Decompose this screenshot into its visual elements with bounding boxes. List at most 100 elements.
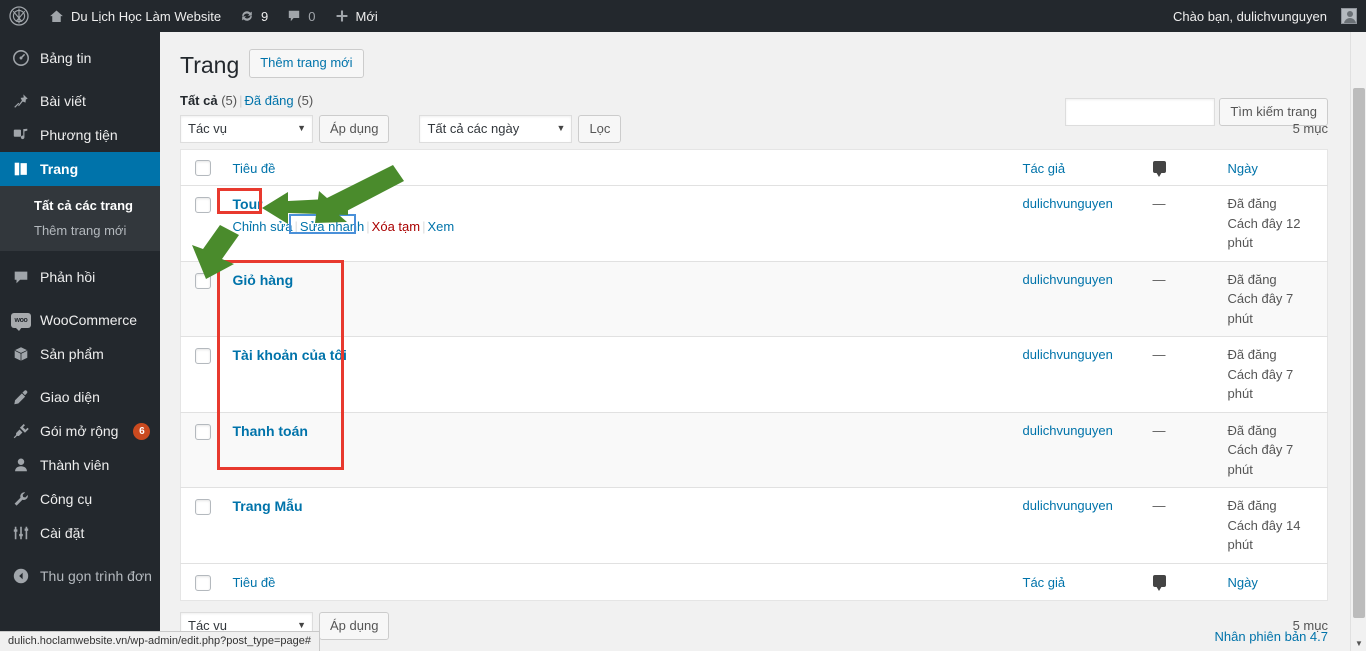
main-content: Trang Thêm trang mới Tất cả (5) | Đã đăng … [160,32,1366,651]
bulk-action-select-top[interactable]: Tác vụ [180,114,313,143]
view-all-link[interactable]: Tất cả [180,93,218,108]
sidebar-item-label: Bài viết [40,93,86,109]
tools-wrench-icon [11,489,31,509]
sidebar-item-products[interactable]: Sản phẩm [0,337,160,371]
admin-footer: Nhân phiên bản 4.7 [160,621,1366,651]
author-link[interactable]: dulichvunguyen [1023,498,1113,513]
view-published[interactable]: Đã đăng (5) [244,93,313,108]
home-icon [48,8,65,25]
view-all[interactable]: Tất cả (5) [180,93,237,108]
submenu-item-add-new-page[interactable]: Thêm trang mới [0,218,160,243]
row-action-trash[interactable]: Xóa tạm [372,219,420,234]
date-relative: Cách đây 7 phút [1227,366,1294,402]
column-header-date[interactable]: Ngày [1217,149,1328,187]
sidebar-item-label: Phương tiện [40,127,118,143]
view-link[interactable]: Xem [427,219,454,234]
table-header-row: Tiêu đề Tác giả Ngày [180,149,1328,187]
apply-bulk-action-button-top[interactable]: Áp dụng [319,114,390,143]
item-count-top: 5 mục [1292,121,1328,137]
tablenav-top: Tác vụ Áp dụng Tất cả các ngày Lọc 5 mục [180,114,1328,144]
author-link[interactable]: dulichvunguyen [1023,196,1113,211]
sidebar-item-pages[interactable]: Trang [0,152,168,186]
row-action-edit[interactable]: Chỉnh sửa [233,219,293,234]
edit-link[interactable]: Chỉnh sửa [233,219,293,234]
scrollbar-down-arrow[interactable]: ▼ [1351,639,1366,649]
row-date-cell: Đã đăng Cách đây 7 phút [1218,261,1328,337]
comment-bubble-icon [286,8,302,24]
column-header-author: Tác giả [1012,149,1143,187]
author-link[interactable]: dulichvunguyen [1023,347,1113,362]
sidebar-item-settings[interactable]: Cài đặt [0,516,160,550]
page-title-link[interactable]: Tài khoản của tôi [233,347,347,363]
row-author-cell: dulichvunguyen [1013,412,1143,488]
column-header-title[interactable]: Tiêu đề [222,149,1013,187]
trash-link[interactable]: Xóa tạm [372,219,420,234]
sidebar-item-users[interactable]: Thành viên [0,448,160,482]
column-footer-date[interactable]: Ngày [1217,562,1328,601]
row-title-cell: Tour Chỉnh sửa | Sửa nhanh | Xóa tạm | Xem [223,186,1013,262]
dashboard-icon [11,48,31,68]
wordpress-logo-button[interactable] [0,0,39,32]
my-account-button[interactable]: Chào bạn, dulichvunguyen [1164,0,1366,32]
page-headline: Trang Thêm trang mới [180,42,1328,85]
action-separator: | [294,219,298,235]
date-filter-select[interactable]: Tất cả các ngày [419,114,573,143]
updates-button[interactable]: 9 [230,0,277,32]
row-action-view[interactable]: Xem [427,219,454,234]
page-title-link[interactable]: Giỏ hàng [233,272,294,288]
select-all-checkbox-bottom[interactable] [195,574,211,591]
sidebar-item-appearance[interactable]: Giao diện [0,380,160,414]
sidebar-item-tools[interactable]: Công cụ [0,482,160,516]
column-header-comments[interactable] [1142,149,1218,187]
row-checkbox[interactable] [195,499,211,516]
add-new-page-button[interactable]: Thêm trang mới [249,48,364,79]
author-link[interactable]: dulichvunguyen [1023,272,1113,287]
sidebar-item-comments[interactable]: Phản hồi [0,260,160,294]
pages-table-foot: Tiêu đề Tác giả Ngày [180,562,1328,601]
row-action-quick-edit[interactable]: Sửa nhanh [300,219,364,234]
comments-button[interactable]: 0 [277,0,324,32]
sidebar-item-label: WooCommerce [40,312,137,328]
new-content-button[interactable]: Mới [325,0,387,32]
select-all-checkbox-top[interactable] [195,160,211,177]
sidebar-item-plugins[interactable]: Gói mở rộng 6 [0,414,160,448]
row-checkbox[interactable] [195,423,211,440]
page-title-link[interactable]: Trang Mẫu [233,498,303,514]
date-status: Đã đăng [1227,422,1277,438]
table-row: Tour Chỉnh sửa | Sửa nhanh | Xóa tạm | Xem dul… [180,186,1328,262]
sidebar-item-label: Bảng tin [40,50,92,66]
date-status: Đã đăng [1227,498,1277,514]
page-scrollbar[interactable]: ▼ [1350,32,1366,651]
date-relative: Cách đây 7 phút [1227,442,1294,477]
row-checkbox[interactable] [195,272,211,289]
menu-spacer [0,371,160,380]
new-content-label: Mới [355,8,378,24]
page-title-link[interactable]: Thanh toán [233,423,308,439]
sidebar-item-posts[interactable]: Bài viết [0,84,160,118]
quick-edit-link[interactable]: Sửa nhanh [300,219,364,234]
row-checkbox-cell [181,261,223,337]
row-date-cell: Đã đăng Cách đây 12 phút [1218,186,1328,262]
comments-count: 0 [308,8,316,24]
column-footer-comments[interactable] [1142,562,1218,601]
column-footer-title[interactable]: Tiêu đề [222,562,1013,601]
collapse-menu-button[interactable]: Thu gọn trình đơn [0,559,160,593]
select-all-header [180,149,223,187]
sidebar-item-media[interactable]: Phương tiện [0,118,160,152]
browser-status-bar: dulich.hoclamwebsite.vn/wp-admin/edit.ph… [0,631,320,651]
row-checkbox[interactable] [195,348,211,365]
site-name-label: Du Lịch Học Làm Website [71,8,222,24]
view-published-link[interactable]: Đã đăng [244,93,293,108]
admin-bar: Du Lịch Học Làm Website 9 0 Mới Chào bạn… [0,0,1366,32]
author-link[interactable]: dulichvunguyen [1023,423,1113,438]
scrollbar-thumb[interactable] [1353,88,1365,618]
sidebar-item-woocommerce[interactable]: woo WooCommerce [0,303,160,337]
row-date-cell: Đã đăng Cách đây 7 phút [1218,412,1328,488]
site-name-button[interactable]: Du Lịch Học Làm Website [39,0,230,32]
pages-submenu: Tất cả các trang Thêm trang mới [0,186,160,251]
filter-button[interactable]: Lọc [578,114,622,143]
submenu-item-all-pages[interactable]: Tất cả các trang [0,193,160,218]
row-checkbox[interactable] [195,197,211,214]
page-title-link[interactable]: Tour [233,196,263,212]
sidebar-item-dashboard[interactable]: Bảng tin [0,41,160,75]
